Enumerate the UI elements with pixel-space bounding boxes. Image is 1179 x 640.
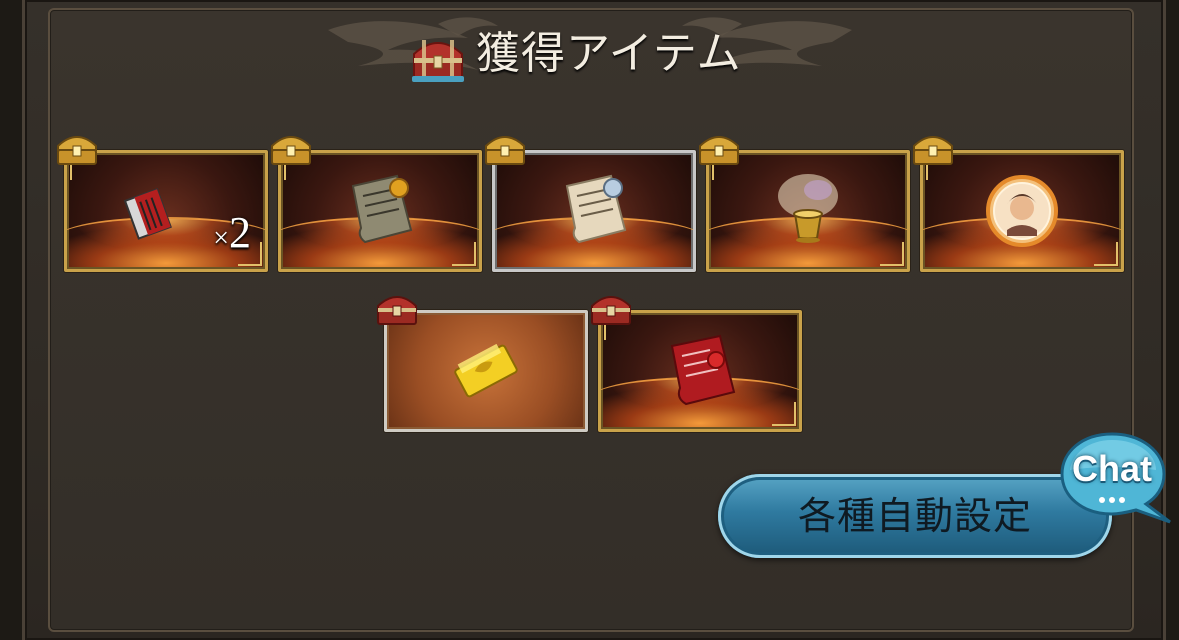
chat-button[interactable]: Chat (1060, 430, 1174, 526)
page-title: 獲得アイテム (476, 28, 742, 79)
red-chest-badge-icon (591, 296, 631, 325)
reward-card-silver-seal-scroll[interactable] (492, 150, 696, 272)
reward-card-gold-bar[interactable] (384, 310, 588, 432)
gold-chest-badge-icon (57, 136, 97, 165)
reward-card-gold-seal-scroll[interactable] (278, 150, 482, 272)
ticket-icon (123, 188, 173, 240)
treasure-chest-icon (412, 40, 464, 82)
scroll-silver-seal-icon (565, 174, 627, 244)
gold-bar-icon (454, 343, 518, 398)
reward-card-golden-pot[interactable] (706, 150, 910, 272)
reward-card-ticket[interactable]: ×2 (64, 150, 268, 272)
chat-label: Chat (1072, 448, 1152, 489)
red-chest-badge-icon (377, 296, 417, 325)
gold-chest-badge-icon (699, 136, 739, 165)
reward-card-character-orb[interactable] (920, 150, 1124, 272)
auto-settings-label: 各種自動設定 (797, 494, 1032, 538)
gold-chest-badge-icon (485, 136, 525, 165)
auto-settings-button[interactable]: 各種自動設定 (718, 474, 1112, 558)
character-orb-icon (986, 175, 1058, 247)
scroll-red-seal-icon (670, 334, 736, 406)
golden-pot-icon (778, 174, 838, 243)
gold-chest-badge-icon (913, 136, 953, 165)
scroll-gold-seal-icon (351, 174, 413, 244)
item-quantity: ×2 (213, 208, 251, 257)
gold-chest-badge-icon (271, 136, 311, 165)
reward-card-red-seal-scroll[interactable] (598, 310, 802, 432)
